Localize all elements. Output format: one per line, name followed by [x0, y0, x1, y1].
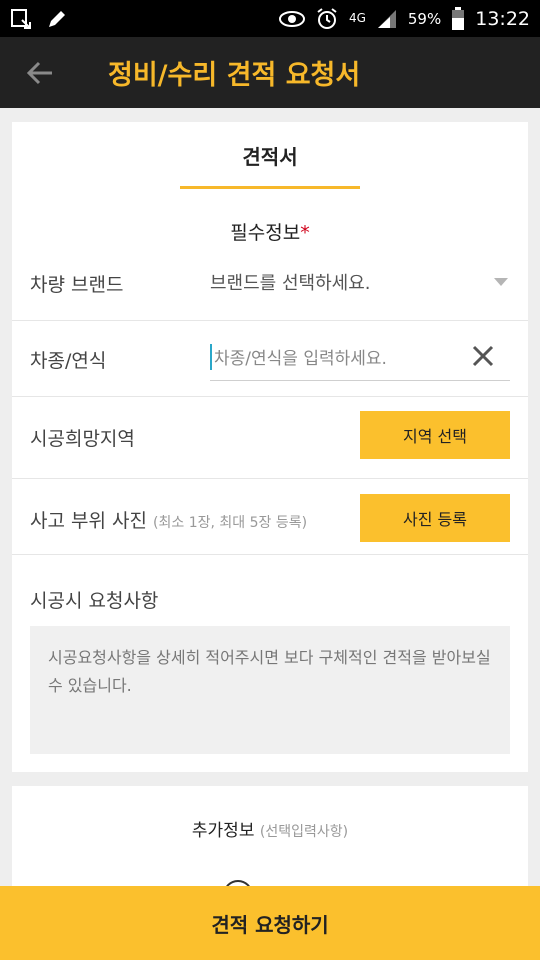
clear-icon[interactable] [470, 343, 496, 369]
battery-icon [451, 6, 465, 30]
select-region-button[interactable]: 지역 선택 [360, 411, 510, 459]
photo-hint: (최소 1장, 최대 5장 등록) [153, 515, 308, 531]
tab-estimate[interactable]: 견적서 [180, 122, 360, 189]
text-cursor [210, 343, 212, 370]
photo-label-text: 사고 부위 사진 [30, 510, 147, 532]
extra-section-title: 추가정보 (선택입력사항) [12, 816, 528, 841]
required-section-title: 필수정보* [12, 218, 528, 245]
brand-select-value: 브랜드를 선택하세요. [210, 273, 371, 294]
extra-section-label: 추가정보 [191, 821, 255, 841]
network-label: 4G [348, 11, 366, 25]
arrow-left-icon [26, 61, 52, 84]
estimate-form-card: 견적서 필수정보* 차량 브랜드 브랜드를 선택하세요. 차종/연식 차종/연식… [12, 122, 528, 772]
back-button[interactable] [0, 37, 80, 108]
submit-estimate-button[interactable]: 견적 요청하기 [0, 886, 540, 960]
divider [12, 554, 528, 555]
model-input-placeholder: 차종/연식을 입력하세요. [214, 349, 387, 369]
request-label: 시공시 요청사항 [30, 590, 159, 612]
divider [12, 320, 528, 321]
network-4g-icon: 4G [349, 8, 366, 30]
tab-indicator [180, 186, 360, 189]
model-input[interactable]: 차종/연식을 입력하세요. [210, 333, 510, 381]
brand-select[interactable]: 브랜드를 선택하세요. [210, 264, 508, 300]
required-mark: * [300, 222, 310, 244]
page-title: 정비/수리 견적 요청서 [108, 60, 361, 91]
model-label: 차종/연식 [30, 350, 107, 372]
request-placeholder: 시공요청사항을 상세히 적어주시면 보다 구체적인 견적을 받아보실 수 있습니… [48, 648, 491, 695]
brand-label: 차량 브랜드 [30, 274, 124, 296]
clock: 13:22 [475, 7, 530, 30]
region-label: 시공희망지역 [30, 428, 135, 450]
divider [12, 478, 528, 479]
app-bar: 정비/수리 견적 요청서 [0, 37, 540, 108]
download-icon [10, 8, 32, 30]
dropdown-caret-icon [494, 278, 508, 286]
eye-icon [278, 8, 305, 30]
battery-percent: 59% [407, 9, 442, 28]
photo-label: 사고 부위 사진 (최소 1장, 최대 5장 등록) [30, 506, 307, 533]
signal-icon [376, 8, 398, 30]
pencil-icon [46, 8, 68, 30]
alarm-icon [315, 7, 339, 30]
extra-section-hint: (선택입력사항) [259, 824, 349, 840]
required-section-label: 필수정보 [230, 222, 301, 244]
divider [12, 396, 528, 397]
status-bar: 4G 59% 13:22 [0, 0, 540, 37]
request-textarea[interactable]: 시공요청사항을 상세히 적어주시면 보다 구체적인 견적을 받아보실 수 있습니… [30, 626, 510, 754]
register-photo-button[interactable]: 사진 등록 [360, 494, 510, 542]
